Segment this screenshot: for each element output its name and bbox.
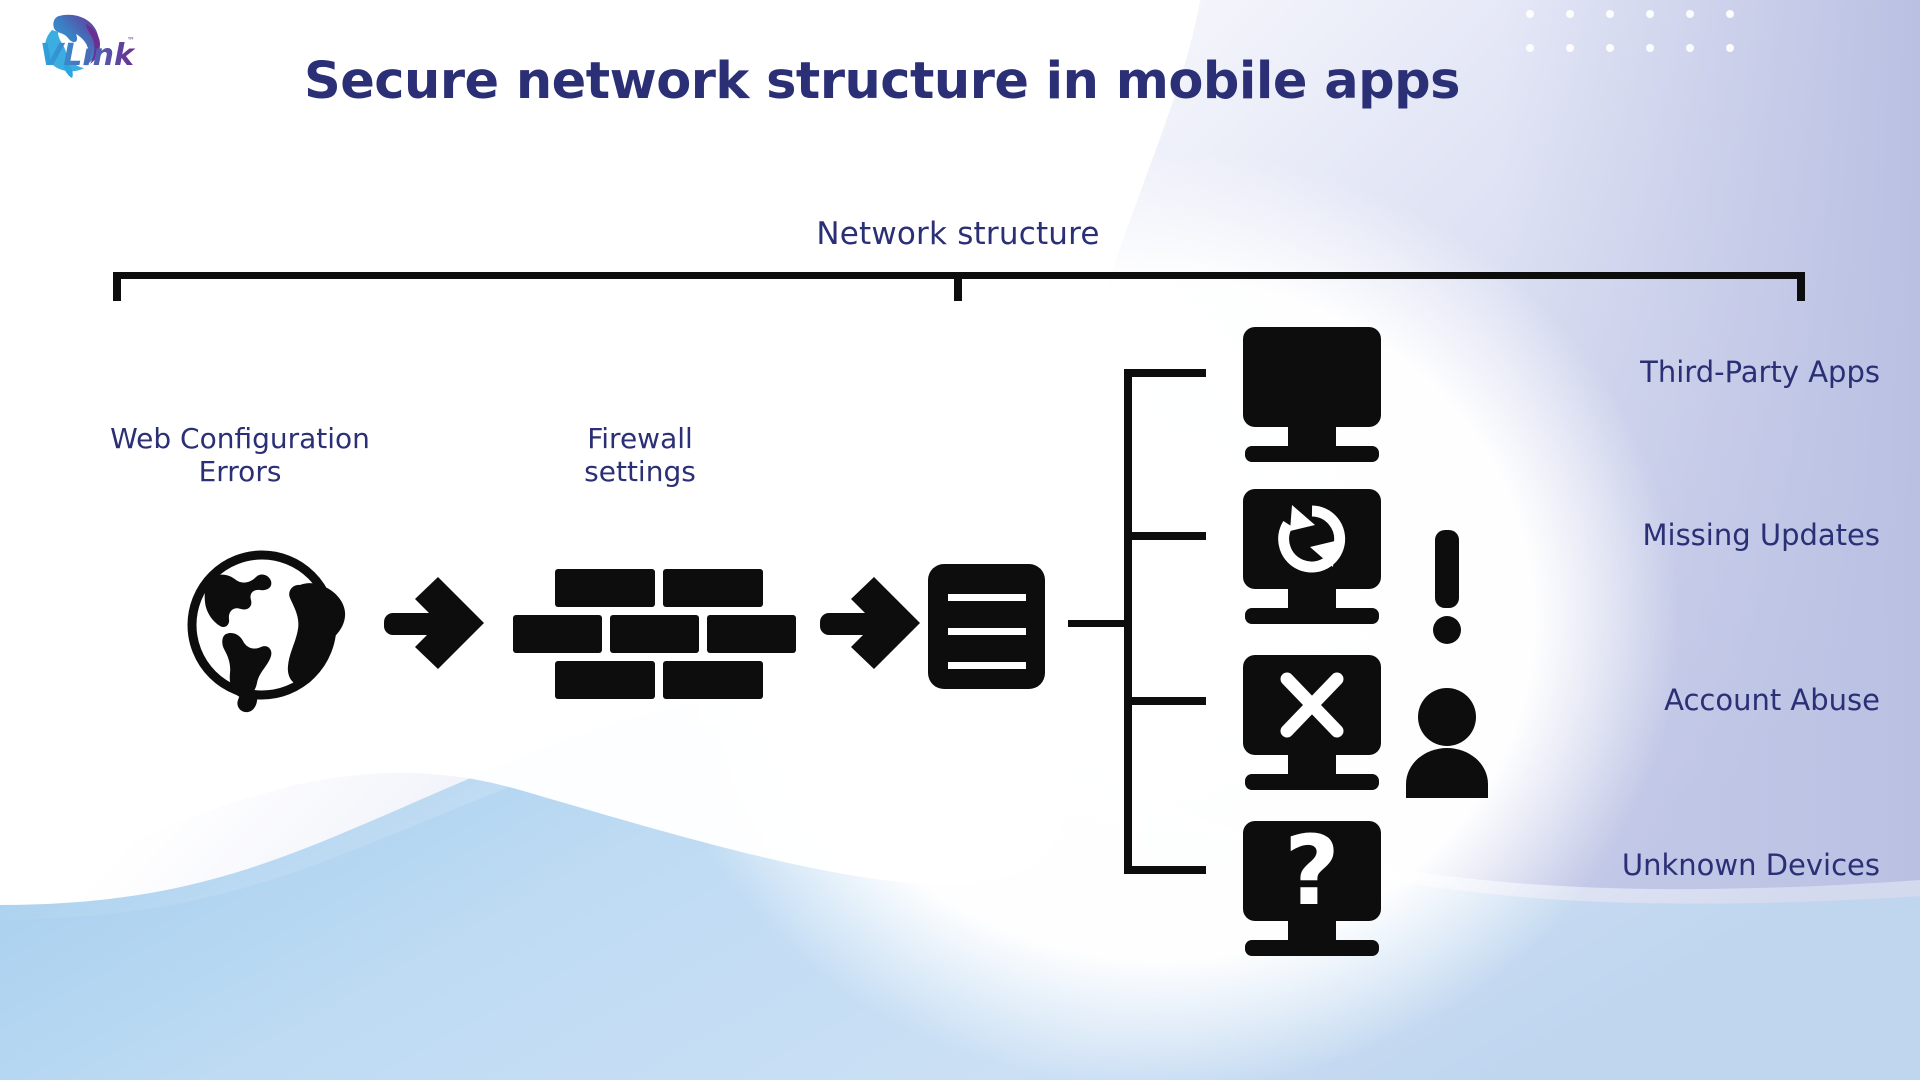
flow-label-web-line2: Errors [198, 455, 282, 489]
flow-label-firewall-settings: Firewall settings [505, 422, 775, 488]
exclamation-mark-icon [1433, 530, 1461, 644]
risk-label-third-party-apps: Third-Party Apps [1640, 355, 1880, 389]
firewall-brick-icon [513, 569, 796, 699]
risk-branch-tree [1124, 369, 1206, 874]
server-document-icon [928, 564, 1045, 689]
flow-label-firewall-line1: Firewall [587, 422, 693, 455]
arrow-globe-to-firewall [384, 577, 484, 669]
infographic-canvas: VLink ™ Secure network structure in mobi… [0, 0, 1920, 1080]
arrow-firewall-to-server [820, 577, 920, 669]
globe-icon [187, 550, 346, 713]
branch-line-2 [1124, 697, 1206, 705]
person-icon [1406, 688, 1488, 798]
network-diagram: ? [113, 272, 1805, 956]
branch-line-0 [1124, 369, 1206, 377]
monitor-refresh-icon [1243, 489, 1381, 624]
risk-label-unknown-devices: Unknown Devices [1621, 848, 1880, 882]
risk-label-missing-updates: Missing Updates [1642, 518, 1881, 552]
monitor-x-icon [1243, 655, 1381, 790]
branch-line-3 [1124, 866, 1206, 874]
monitor-icon [1243, 327, 1381, 462]
flow-label-web-configuration-errors: Web Configuration Errors [50, 422, 430, 488]
flow-label-firewall-line2: settings [584, 455, 696, 489]
flow-label-web-line1: Web Configuration [110, 422, 370, 455]
svg-text:?: ? [1284, 815, 1340, 927]
server-to-tree-connector [1068, 620, 1126, 627]
monitor-question-icon: ? [1243, 815, 1381, 956]
branch-line-1 [1124, 532, 1206, 540]
risk-label-account-abuse: Account Abuse [1664, 683, 1880, 717]
network-structure-bracket [113, 272, 1805, 301]
